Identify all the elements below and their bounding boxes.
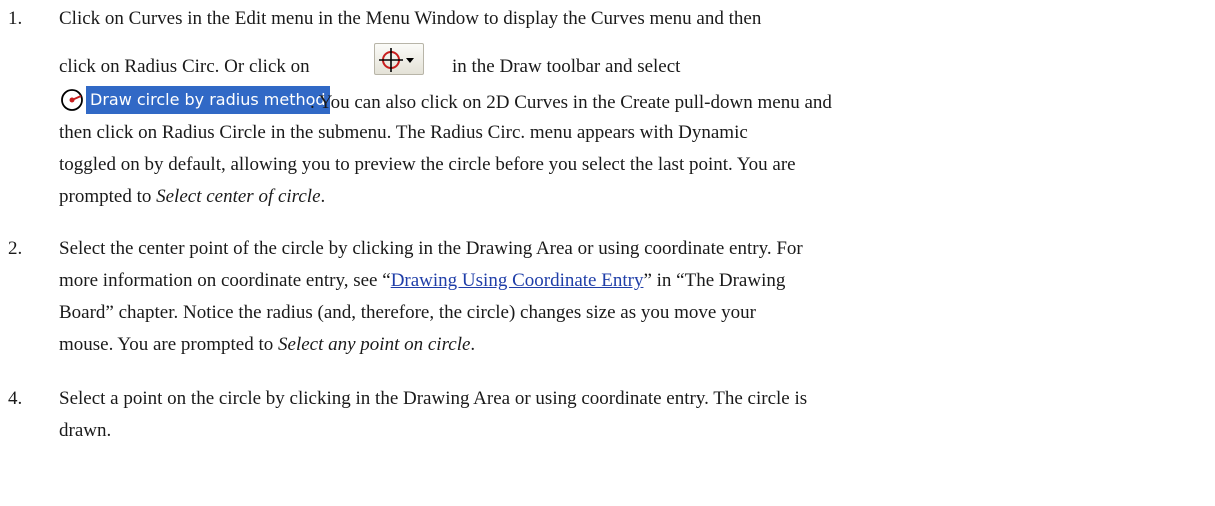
draw-toolbar-circle-button[interactable] [374,43,424,75]
step-2-line-4: mouse. You are prompted to Select any po… [59,334,476,355]
circle-center-icon [61,89,83,111]
circle-crosshair-dropdown-icon [379,48,403,72]
prompt-text: Select center of circle [156,186,321,207]
step-4-line-1: Select a point on the circle by clicking… [59,388,808,409]
step-1-line-5: toggled on by default, allowing you to p… [59,154,796,175]
step-2-line-3: Board” chapter. Notice the radius (and, … [59,302,756,323]
step-1-line-6: prompted to Select center of circle. [59,186,326,207]
step-1-line-4: then click on Radius Circle in the subme… [59,122,748,143]
step-2-line-1: Select the center point of the circle by… [59,238,803,259]
step-2-line-2: more information on coordinate entry, se… [59,270,786,291]
step-4-line-2: drawn. [59,420,112,441]
step-number: 1. [8,8,23,29]
step-1-line-1: Click on Curves in the Edit menu in the … [59,8,762,29]
chevron-down-icon [406,58,414,63]
step-1-line-3-after: . You can also click on 2D Curves in the… [310,92,832,113]
step-number: 2. [8,238,23,259]
step-number: 4. [8,388,23,409]
menu-item-label: Draw circle by radius method [86,86,330,114]
step-1-line-2-after: in the Draw toolbar and select [452,56,681,77]
prompt-text: Select any point on circle [278,334,471,355]
step-1-line-2: click on Radius Circ. Or click on [59,56,310,77]
drawing-using-coordinate-entry-link[interactable]: Drawing Using Coordinate Entry [391,270,644,291]
